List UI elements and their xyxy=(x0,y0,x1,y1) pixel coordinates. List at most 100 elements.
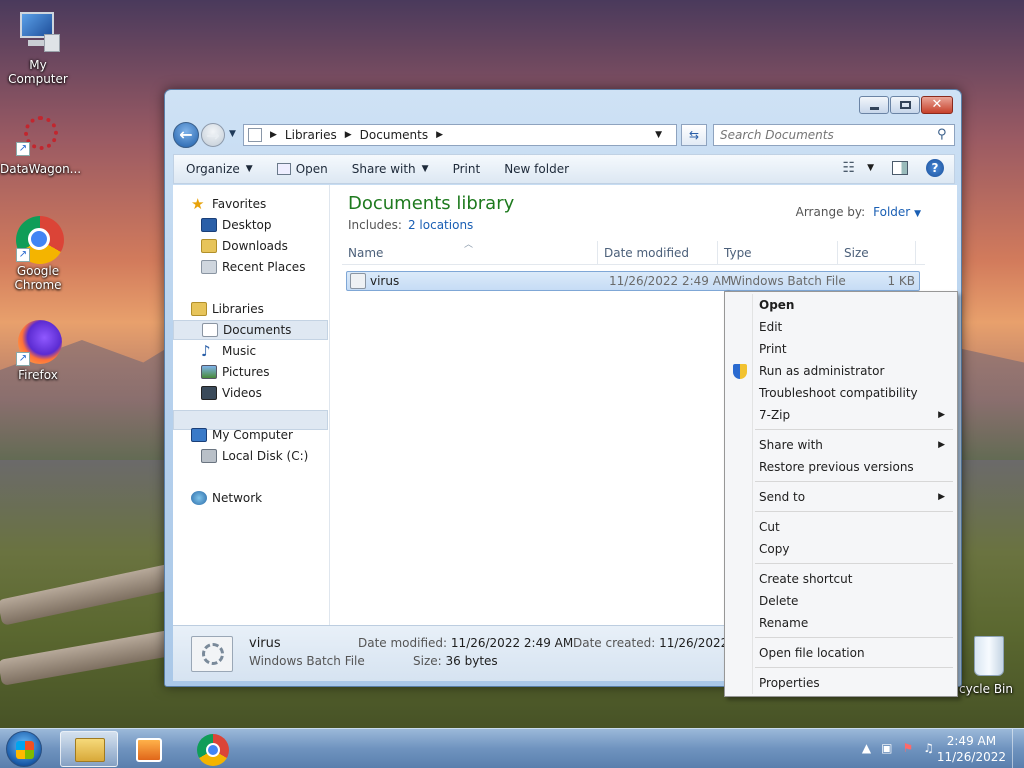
locations-link[interactable]: 2 locations xyxy=(408,218,473,232)
menu-item-troubleshoot[interactable]: Troubleshoot compatibility xyxy=(727,382,955,404)
menu-item-copy[interactable]: Copy xyxy=(727,538,955,560)
back-button[interactable]: ← xyxy=(173,122,199,148)
show-desktop-button[interactable] xyxy=(1012,729,1024,768)
computer-icon xyxy=(14,8,62,56)
breadcrumb-documents[interactable]: Documents xyxy=(360,128,428,142)
submenu-arrow-icon: ▶ xyxy=(938,492,945,502)
menu-item-open-file-location[interactable]: Open file location xyxy=(727,642,955,664)
show-hidden-icons-icon[interactable]: ▲ xyxy=(862,741,871,755)
recent-pages-chevron-icon[interactable]: ▼ xyxy=(229,129,236,139)
open-button[interactable]: Open xyxy=(265,162,340,176)
menu-item-create-shortcut[interactable]: Create shortcut xyxy=(727,568,955,590)
network-icon xyxy=(191,491,207,505)
context-menu: Open Edit Print Run as administrator Tro… xyxy=(724,291,958,697)
address-bar[interactable]: ▶ Libraries ▶ Documents ▶ ▼ xyxy=(243,124,677,146)
nav-my-computer[interactable]: My Computer xyxy=(191,425,346,445)
music-note-icon: ♪ xyxy=(201,342,211,360)
minimize-button[interactable] xyxy=(859,96,889,114)
column-name[interactable]: Name ︿ xyxy=(342,240,598,265)
recent-places-icon xyxy=(201,260,217,274)
taskbar-chrome[interactable] xyxy=(184,731,242,767)
column-type[interactable]: Type xyxy=(718,241,838,265)
chevron-down-icon: ▼ xyxy=(245,164,253,174)
column-size[interactable]: Size xyxy=(838,241,916,265)
menu-item-restore-previous-versions[interactable]: Restore previous versions xyxy=(727,456,955,478)
network-tray-icon[interactable]: ▣ xyxy=(881,741,892,755)
arrange-by-dropdown[interactable]: Folder ▼ xyxy=(873,205,921,219)
change-view-icon[interactable]: ☷ xyxy=(843,160,856,176)
help-icon[interactable]: ? xyxy=(926,159,944,177)
navigation-pane: ★ Favorites Desktop Downloads Recent Plac… xyxy=(173,185,330,625)
caption-buttons: ✕ xyxy=(858,96,953,114)
details-file-type: Windows Batch File xyxy=(249,654,365,668)
file-date-modified: 11/26/2022 2:49 AM xyxy=(609,274,732,288)
maximize-button[interactable] xyxy=(890,96,920,114)
nav-favorites[interactable]: ★ Favorites xyxy=(191,194,346,214)
system-tray: ▲ ▣ ⚑ ♫ xyxy=(852,741,934,755)
folder-icon xyxy=(75,738,105,762)
forward-button[interactable]: → xyxy=(201,123,225,147)
share-with-button[interactable]: Share with ▼ xyxy=(340,162,441,176)
start-button[interactable] xyxy=(6,731,42,767)
chevron-down-icon[interactable]: ▼ xyxy=(867,163,874,173)
command-bar: Organize ▼ Open Share with ▼ Print New fol… xyxy=(173,154,955,184)
documents-icon xyxy=(202,323,218,337)
print-button[interactable]: Print xyxy=(441,162,493,176)
submenu-arrow-icon: ▶ xyxy=(938,410,945,420)
address-row: ← → ▼ ▶ Libraries ▶ Documents ▶ ▼ ⇆ ⚲ xyxy=(173,122,955,148)
search-input[interactable] xyxy=(713,124,955,146)
library-title: Documents library xyxy=(348,193,515,214)
action-center-icon[interactable]: ⚑ xyxy=(902,741,913,755)
taskbar: ▲ ▣ ⚑ ♫ 2:49 AM 11/26/2022 xyxy=(0,728,1024,768)
refresh-button[interactable]: ⇆ xyxy=(681,124,707,146)
back-arrow-icon: ← xyxy=(179,125,193,144)
menu-item-send-to[interactable]: Send to ▶ xyxy=(727,486,955,508)
volume-icon[interactable]: ♫ xyxy=(923,741,934,755)
menu-item-run-as-administrator[interactable]: Run as administrator xyxy=(727,360,955,382)
libraries-icon xyxy=(191,302,207,316)
column-date-modified[interactable]: Date modified xyxy=(598,241,718,265)
details-file-name: virus xyxy=(249,636,281,651)
close-button[interactable]: ✕ xyxy=(921,96,953,114)
menu-item-print[interactable]: Print xyxy=(727,338,955,360)
breadcrumb-separator-icon: ▶ xyxy=(270,130,277,140)
arrange-by: Arrange by: Folder ▼ xyxy=(795,205,921,219)
nav-documents-selected[interactable]: Documents xyxy=(173,320,328,340)
submenu-arrow-icon: ▶ xyxy=(938,440,945,450)
menu-separator xyxy=(755,481,953,482)
file-row[interactable]: virus 11/26/2022 2:49 AM Windows Batch F… xyxy=(346,271,920,291)
organize-button[interactable]: Organize ▼ xyxy=(174,162,265,176)
menu-item-cut[interactable]: Cut xyxy=(727,516,955,538)
menu-item-share-with[interactable]: Share with ▶ xyxy=(727,434,955,456)
file-name: virus xyxy=(370,274,400,288)
menu-item-delete[interactable]: Delete xyxy=(727,590,955,612)
nav-libraries[interactable]: Libraries xyxy=(191,299,346,319)
desktop-icon-my-computer[interactable]: My Computer xyxy=(0,8,76,86)
chevron-down-icon: ▼ xyxy=(421,164,429,174)
menu-item-properties[interactable]: Properties xyxy=(727,672,955,694)
details-size: Size: 36 bytes xyxy=(413,654,498,668)
taskbar-media-player[interactable] xyxy=(120,731,178,767)
menu-item-open[interactable]: Open xyxy=(727,294,955,316)
nav-network[interactable]: Network xyxy=(191,488,346,508)
menu-item-rename[interactable]: Rename xyxy=(727,612,955,634)
downloads-folder-icon xyxy=(201,239,217,253)
desktop-icon-firefox[interactable]: ↗ Firefox xyxy=(0,318,76,382)
menu-item-edit[interactable]: Edit xyxy=(727,316,955,338)
search-icon[interactable]: ⚲ xyxy=(937,127,947,142)
new-folder-button[interactable]: New folder xyxy=(492,162,581,176)
wallpaper-fence xyxy=(0,629,175,686)
column-headers: Name ︿ Date modified Type Size xyxy=(342,240,925,265)
clock[interactable]: 2:49 AM 11/26/2022 xyxy=(937,733,1006,765)
breadcrumb-libraries[interactable]: Libraries xyxy=(285,128,337,142)
details-date-modified: Date modified: 11/26/2022 2:49 AM xyxy=(358,636,574,650)
file-type: Windows Batch File xyxy=(730,274,846,288)
desktop-icon-datawagon[interactable]: ↗ DataWagon... xyxy=(0,112,81,176)
menu-item-7zip[interactable]: 7-Zip ▶ xyxy=(727,404,955,426)
pictures-icon xyxy=(201,365,217,379)
windows-logo-icon xyxy=(16,741,34,759)
preview-pane-icon[interactable] xyxy=(892,161,908,175)
taskbar-explorer[interactable] xyxy=(60,731,118,767)
address-dropdown-icon[interactable]: ▼ xyxy=(655,130,662,140)
desktop-icon-google-chrome[interactable]: ↗ Google Chrome xyxy=(0,214,76,292)
